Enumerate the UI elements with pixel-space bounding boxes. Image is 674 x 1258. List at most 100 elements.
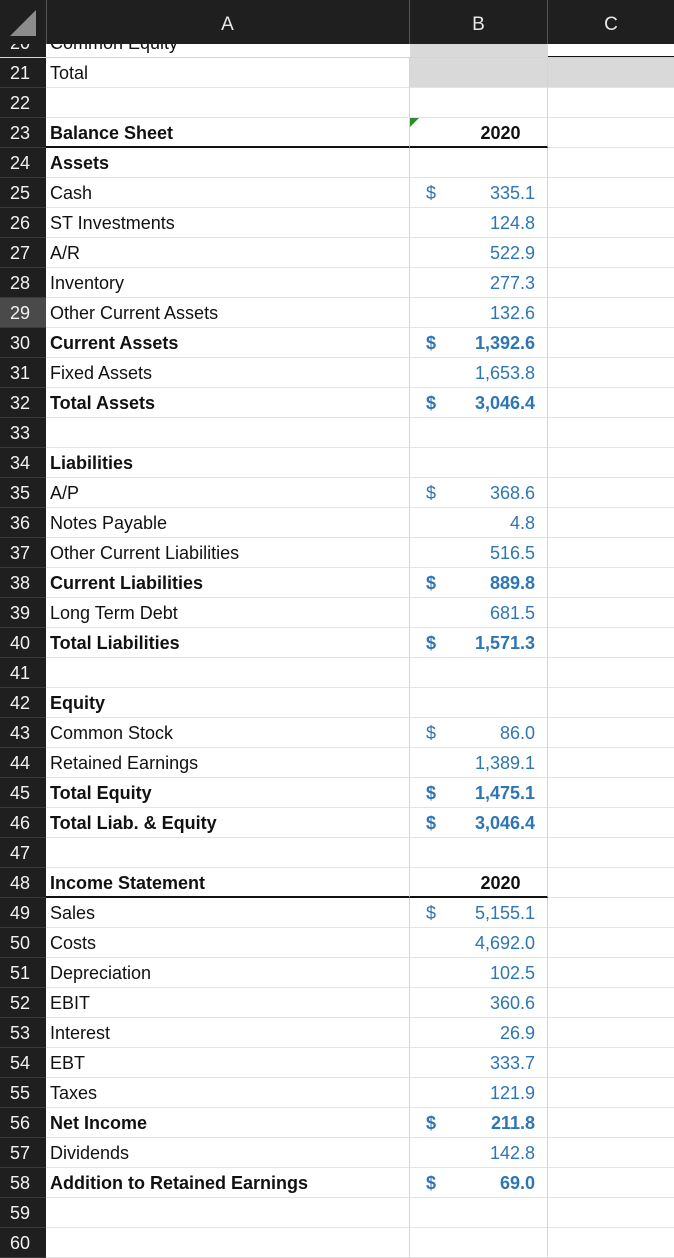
cell-a[interactable]: Income Statement: [46, 868, 410, 898]
row-header[interactable]: 36: [0, 508, 46, 538]
cell-b[interactable]: [410, 658, 548, 688]
row-header[interactable]: 41: [0, 658, 46, 688]
cell-a[interactable]: Net Income: [46, 1108, 410, 1138]
cell-b[interactable]: $1,571.3: [410, 628, 548, 658]
cell-c[interactable]: [548, 958, 674, 988]
row-header[interactable]: 28: [0, 268, 46, 298]
row-header[interactable]: 45: [0, 778, 46, 808]
cell-c[interactable]: [548, 418, 674, 448]
row-header[interactable]: 34: [0, 448, 46, 478]
column-header-a[interactable]: A: [46, 0, 410, 44]
cell-c[interactable]: [548, 778, 674, 808]
cell-b[interactable]: [410, 448, 548, 478]
cell-a[interactable]: Total Equity: [46, 778, 410, 808]
cell-b[interactable]: $1,392.6: [410, 328, 548, 358]
cell-a[interactable]: Dividends: [46, 1138, 410, 1168]
row-header[interactable]: 46: [0, 808, 46, 838]
cell-c[interactable]: [548, 808, 674, 838]
cell-a[interactable]: Addition to Retained Earnings: [46, 1168, 410, 1198]
cell-c[interactable]: [548, 268, 674, 298]
cell-c[interactable]: [548, 298, 674, 328]
row-header[interactable]: 27: [0, 238, 46, 268]
cell-a[interactable]: Total: [46, 58, 410, 88]
row-header[interactable]: 25: [0, 178, 46, 208]
cell-b[interactable]: $335.1: [410, 178, 548, 208]
cell-a[interactable]: Common Stock: [46, 718, 410, 748]
cell-a[interactable]: Total Liabilities: [46, 628, 410, 658]
row-header[interactable]: 37: [0, 538, 46, 568]
row-header[interactable]: 58: [0, 1168, 46, 1198]
cell-b[interactable]: 26.9: [410, 1018, 548, 1048]
cell-b[interactable]: 1,389.1: [410, 748, 548, 778]
cell-b[interactable]: $368.6: [410, 478, 548, 508]
cell-a[interactable]: [46, 1198, 410, 1228]
row-header[interactable]: 57: [0, 1138, 46, 1168]
cell-a[interactable]: Fixed Assets: [46, 358, 410, 388]
cell-c[interactable]: [548, 118, 674, 148]
cell-c[interactable]: [548, 658, 674, 688]
row-header[interactable]: 60: [0, 1228, 46, 1258]
cell-b[interactable]: $86.0: [410, 718, 548, 748]
cell-b[interactable]: 4,692.0: [410, 928, 548, 958]
cell-c[interactable]: [548, 538, 674, 568]
row-header[interactable]: 56: [0, 1108, 46, 1138]
row-header[interactable]: 24: [0, 148, 46, 178]
cell-c[interactable]: [548, 508, 674, 538]
row-header[interactable]: 26: [0, 208, 46, 238]
column-header-b[interactable]: B: [410, 0, 548, 44]
cell-a[interactable]: [46, 88, 410, 118]
cell-b[interactable]: 1,653.8: [410, 358, 548, 388]
row-header[interactable]: 29: [0, 298, 46, 328]
cell-b[interactable]: $69.0: [410, 1168, 548, 1198]
cell-c[interactable]: [548, 358, 674, 388]
cell-c[interactable]: [548, 1228, 674, 1258]
cell-b[interactable]: [410, 1198, 548, 1228]
cell-c[interactable]: [548, 388, 674, 418]
cell-b[interactable]: $1,475.1: [410, 778, 548, 808]
row-header[interactable]: 47: [0, 838, 46, 868]
row-header[interactable]: 55: [0, 1078, 46, 1108]
cell-c[interactable]: [548, 1168, 674, 1198]
cell-b[interactable]: [410, 58, 548, 88]
cell-a[interactable]: Total Liab. & Equity: [46, 808, 410, 838]
cell-a[interactable]: Liabilities: [46, 448, 410, 478]
row-header[interactable]: 33: [0, 418, 46, 448]
cell-b[interactable]: 124.8: [410, 208, 548, 238]
cell-b[interactable]: 333.7: [410, 1048, 548, 1078]
cell-a[interactable]: Sales: [46, 898, 410, 928]
cell-b[interactable]: 516.5: [410, 538, 548, 568]
cell-a[interactable]: Costs: [46, 928, 410, 958]
cell-a[interactable]: EBT: [46, 1048, 410, 1078]
cell-c[interactable]: [548, 1078, 674, 1108]
cell-c[interactable]: [548, 148, 674, 178]
cell-a[interactable]: [46, 838, 410, 868]
cell-b[interactable]: [410, 838, 548, 868]
cell-a[interactable]: A/R: [46, 238, 410, 268]
cell-b[interactable]: $3,046.4: [410, 388, 548, 418]
cell-a[interactable]: ST Investments: [46, 208, 410, 238]
cell-a[interactable]: Other Current Liabilities: [46, 538, 410, 568]
cell-b[interactable]: 2020: [410, 118, 548, 148]
cell-a[interactable]: Depreciation: [46, 958, 410, 988]
cell-c[interactable]: [548, 598, 674, 628]
cell-b[interactable]: $889.8: [410, 568, 548, 598]
cell-b[interactable]: [410, 688, 548, 718]
cell-c[interactable]: [548, 178, 674, 208]
cell-a[interactable]: Taxes: [46, 1078, 410, 1108]
cell-c[interactable]: [548, 1108, 674, 1138]
cell-a[interactable]: EBIT: [46, 988, 410, 1018]
cell-c[interactable]: [548, 328, 674, 358]
cell-c[interactable]: [548, 868, 674, 898]
cell-b[interactable]: 102.5: [410, 958, 548, 988]
row-header[interactable]: 42: [0, 688, 46, 718]
row-header[interactable]: 30: [0, 328, 46, 358]
row-header[interactable]: 32: [0, 388, 46, 418]
row-header[interactable]: 38: [0, 568, 46, 598]
row-header[interactable]: 49: [0, 898, 46, 928]
cell-c[interactable]: [548, 1138, 674, 1168]
cell-b[interactable]: [410, 88, 548, 118]
cell-a[interactable]: Other Current Assets: [46, 298, 410, 328]
cell-c[interactable]: [548, 448, 674, 478]
row-header[interactable]: 50: [0, 928, 46, 958]
row-header[interactable]: 59: [0, 1198, 46, 1228]
